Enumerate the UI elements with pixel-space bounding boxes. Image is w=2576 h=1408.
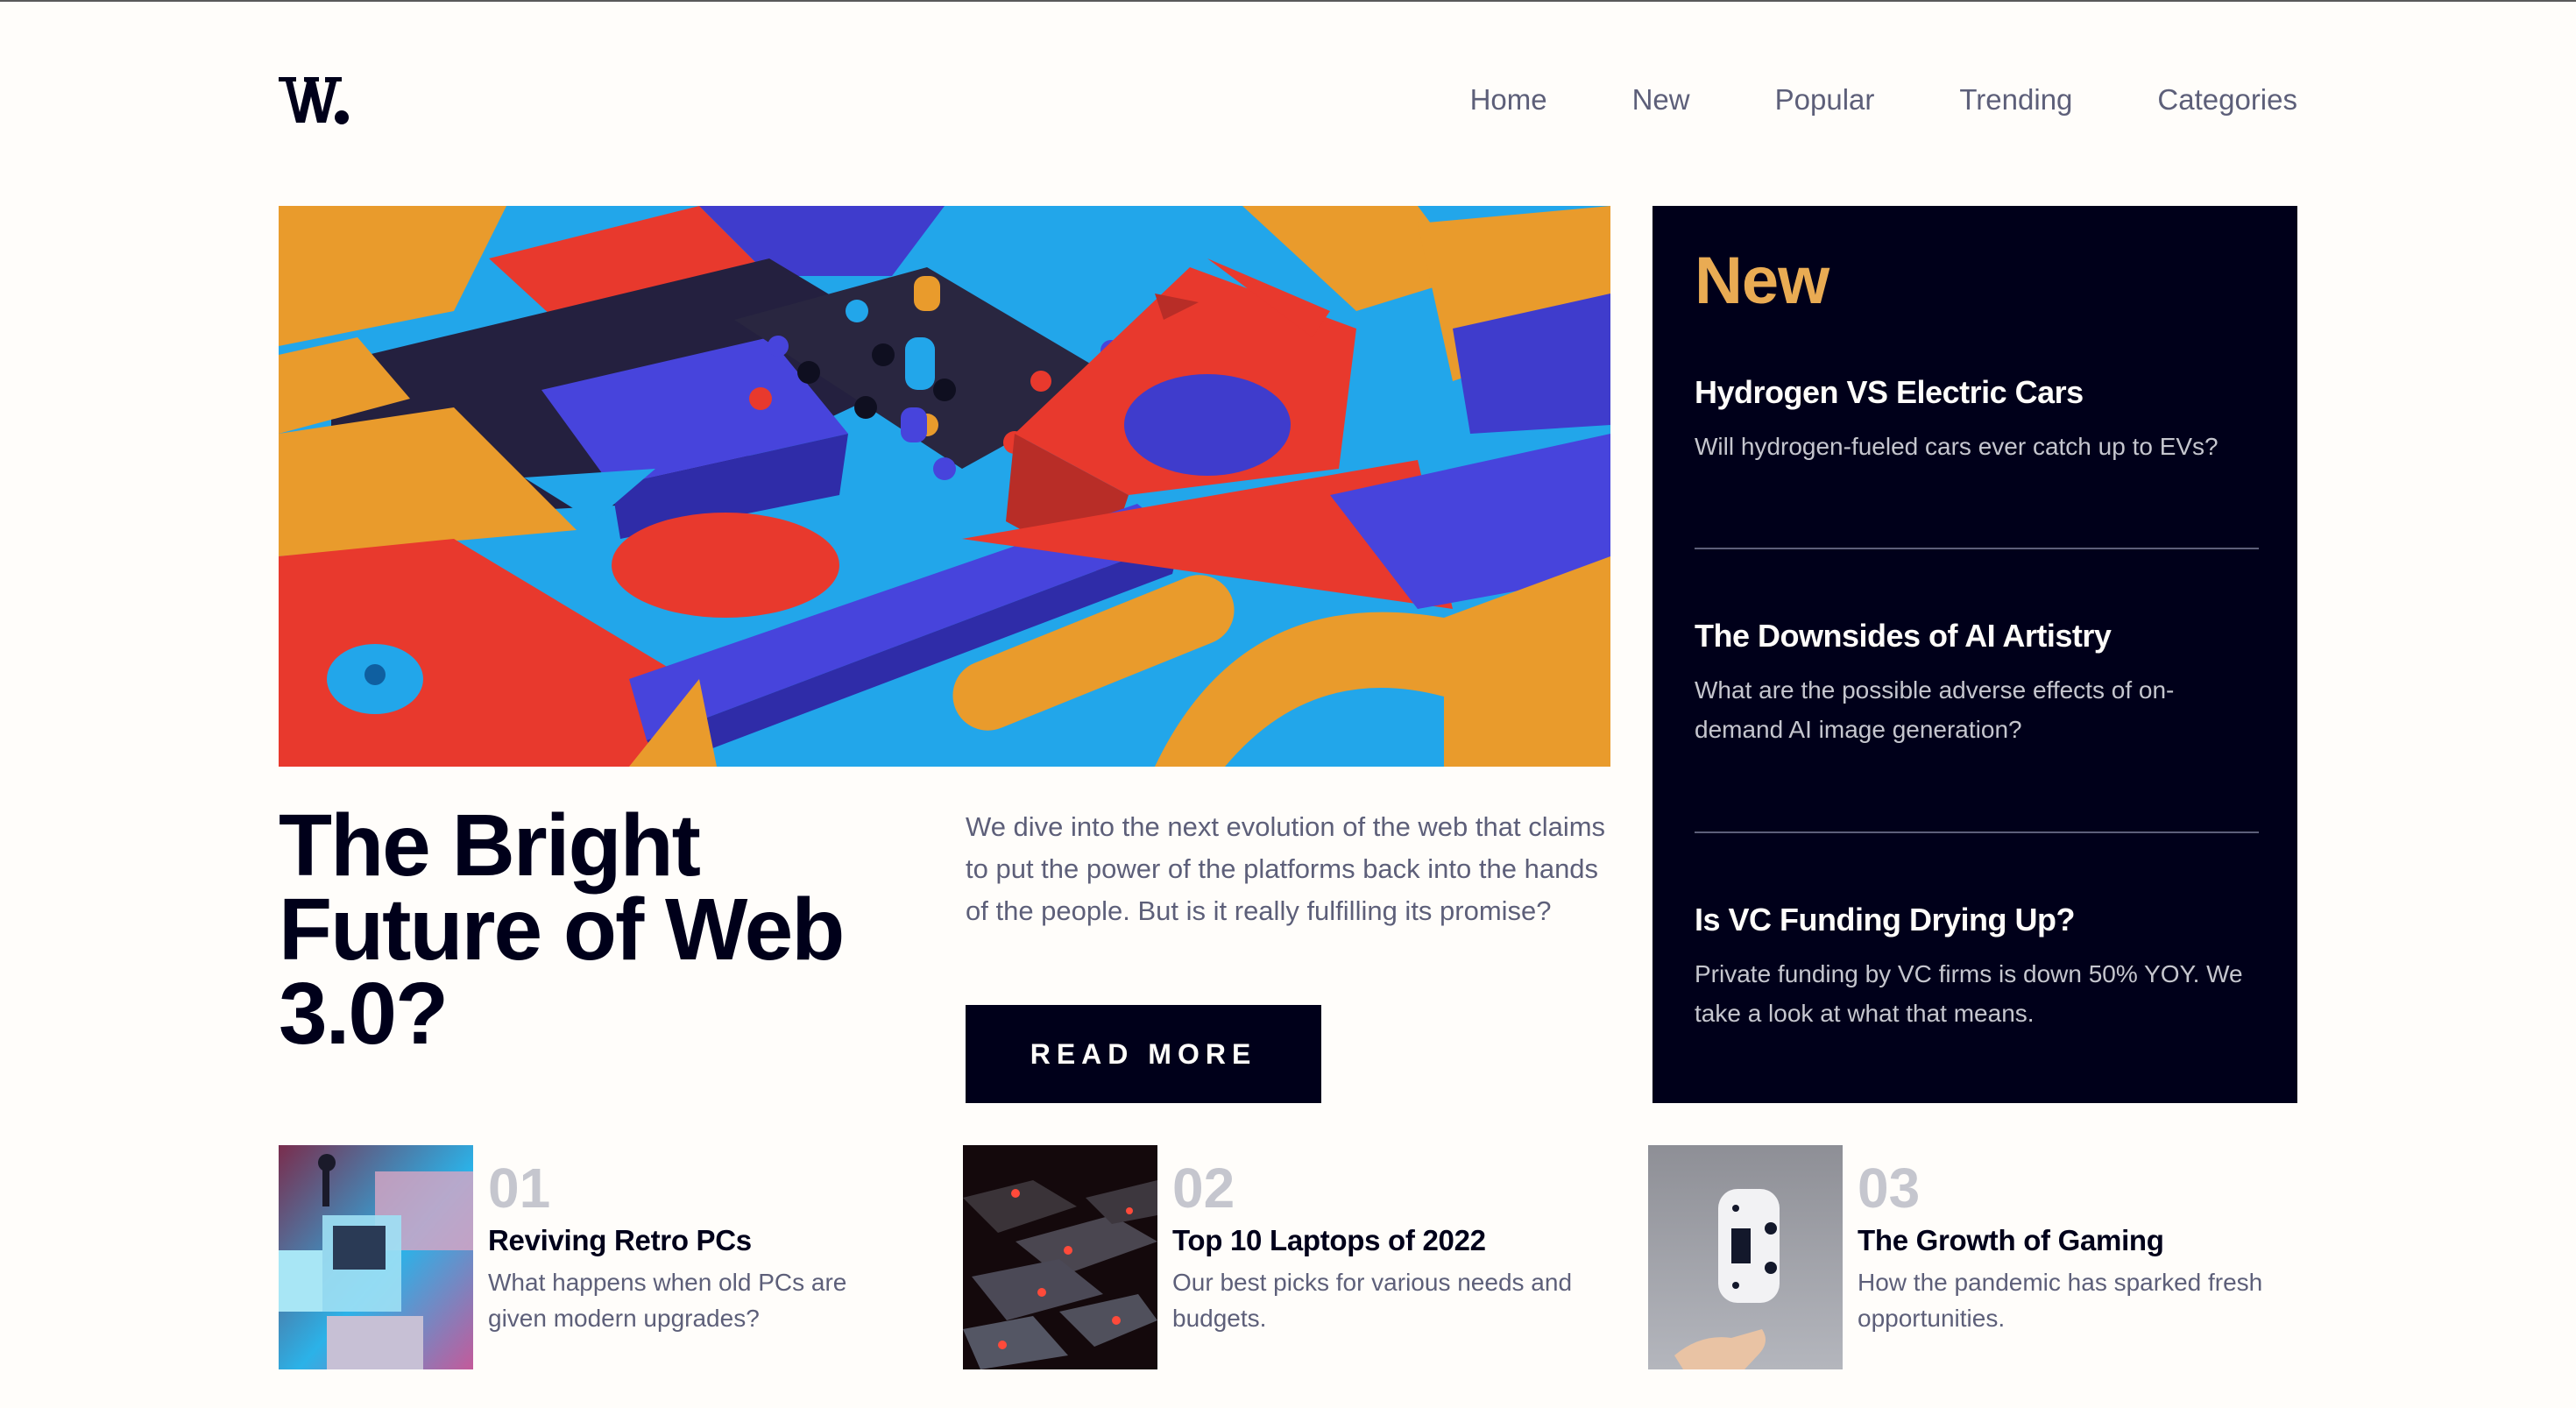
sidebar-article[interactable]: Is VC Funding Drying Up? Private funding… (1695, 902, 2257, 1033)
article-description: How the pandemic has sparked fresh oppor… (1858, 1269, 2263, 1332)
sidebar-divider (1695, 831, 2259, 833)
sidebar-article-title[interactable]: Is VC Funding Drying Up? (1695, 902, 2257, 938)
article-thumbnail (1648, 1145, 1843, 1369)
nav-popular[interactable]: Popular (1775, 79, 1875, 121)
nav-home[interactable]: Home (1470, 79, 1547, 121)
main-nav: Home New Popular Trending Categories (1470, 79, 2297, 121)
sidebar-article-title[interactable]: The Downsides of AI Artistry (1695, 618, 2257, 654)
hero-title: The Bright Future of Web 3.0? (279, 796, 845, 1063)
article-thumbnail (963, 1145, 1157, 1369)
article-description: Our best picks for various needs and bud… (1172, 1269, 1573, 1332)
site-logo[interactable] (279, 74, 350, 126)
read-more-button[interactable]: READ MORE (966, 1005, 1321, 1103)
nav-categories[interactable]: Categories (2157, 79, 2297, 121)
sidebar-article[interactable]: The Downsides of AI Artistry What are th… (1695, 618, 2257, 749)
article-number: 02 (1172, 1157, 1235, 1220)
hero-image (279, 206, 1610, 767)
bottom-article[interactable]: 03 The Growth of Gaming How the pandemic… (1648, 1145, 2279, 1369)
sidebar-divider (1695, 548, 2259, 549)
sidebar-article-description: What are the possible adverse effects of… (1695, 676, 2175, 743)
article-number: 01 (488, 1157, 551, 1220)
sidebar-article-description: Will hydrogen-fueled cars ever catch up … (1695, 433, 2219, 460)
sidebar-article[interactable]: Hydrogen VS Electric Cars Will hydrogen-… (1695, 374, 2257, 466)
article-title[interactable]: Top 10 Laptops of 2022 (1172, 1224, 1584, 1257)
w-logo-icon (279, 77, 349, 124)
article-thumbnail (279, 1145, 473, 1369)
hero-description: We dive into the next evolution of the w… (966, 811, 1606, 926)
bottom-article[interactable]: 02 Top 10 Laptops of 2022 Our best picks… (963, 1145, 1594, 1369)
article-title[interactable]: Reviving Retro PCs (488, 1224, 900, 1257)
sidebar-heading: New (1695, 244, 1829, 318)
bottom-article[interactable]: 01 Reviving Retro PCs What happens when … (279, 1145, 909, 1369)
new-sidebar: New Hydrogen VS Electric Cars Will hydro… (1652, 206, 2297, 1103)
sidebar-article-title[interactable]: Hydrogen VS Electric Cars (1695, 374, 2257, 411)
sidebar-article-description: Private funding by VC firms is down 50% … (1695, 960, 2243, 1027)
article-description: What happens when old PCs are given mode… (488, 1269, 847, 1332)
article-number: 03 (1858, 1157, 1921, 1220)
nav-new[interactable]: New (1632, 79, 1690, 121)
nav-trending[interactable]: Trending (1959, 79, 2072, 121)
article-title[interactable]: The Growth of Gaming (1858, 1224, 2269, 1257)
